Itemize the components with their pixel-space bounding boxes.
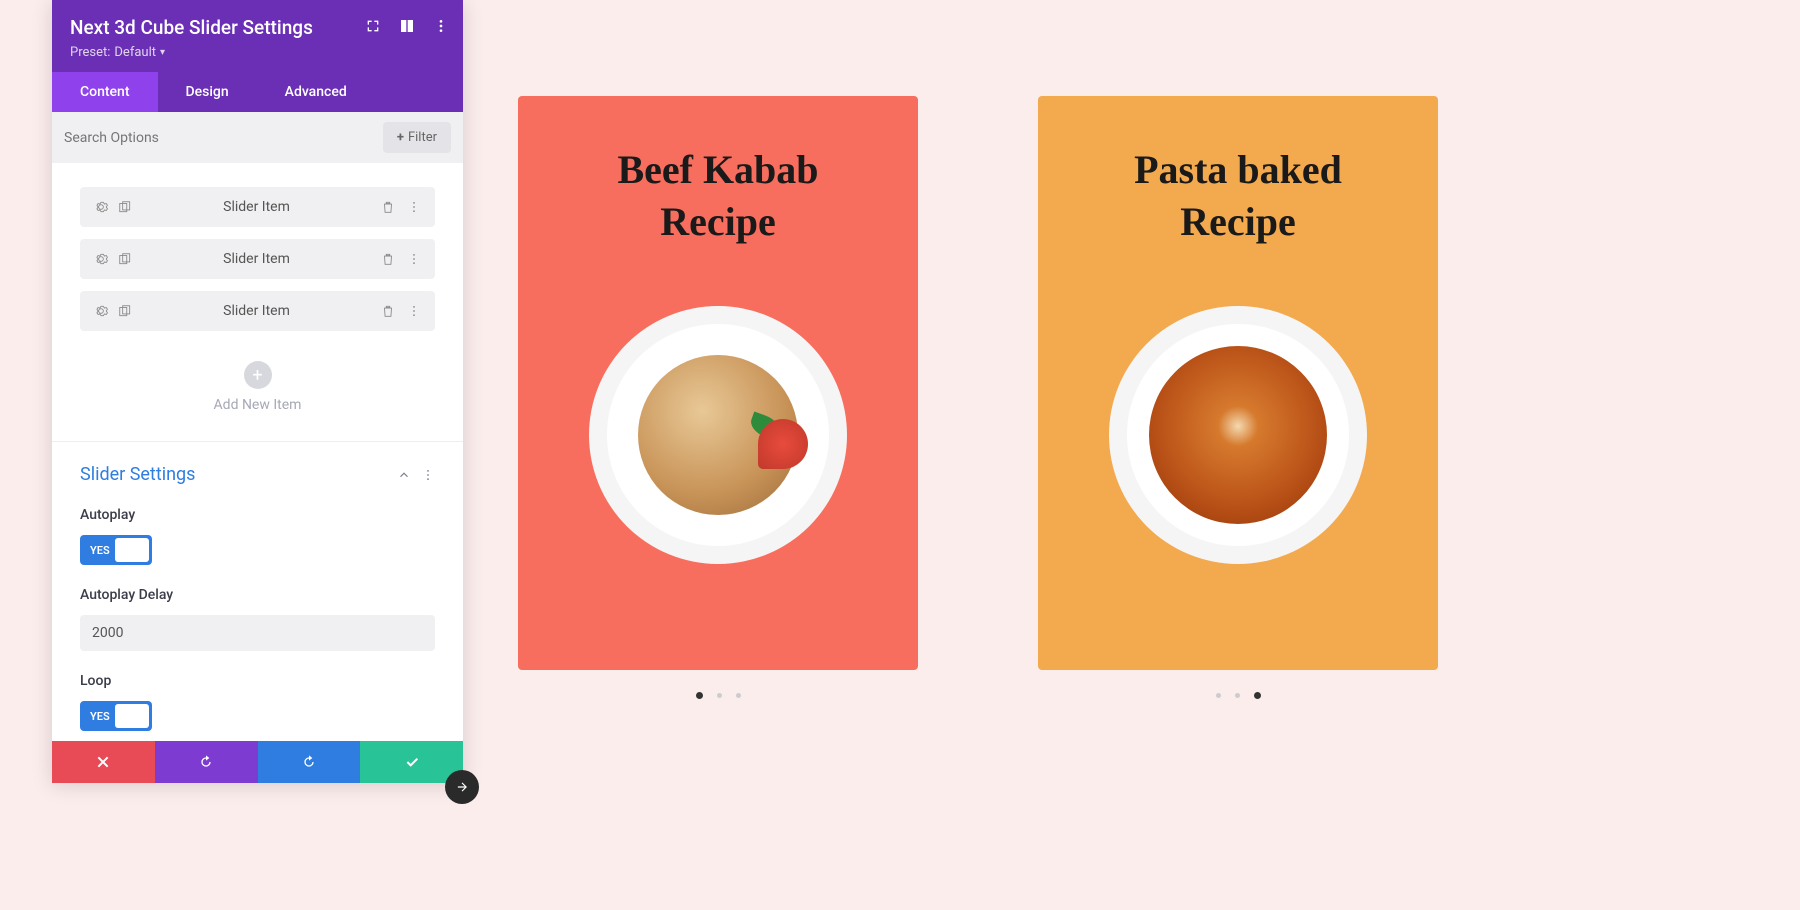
duplicate-icon[interactable] xyxy=(118,304,132,318)
slide-card-1: Beef Kabab Recipe xyxy=(518,96,918,670)
panel-footer xyxy=(52,741,463,783)
card-title: Beef Kabab Recipe xyxy=(518,144,918,248)
autoplay-delay-input[interactable] xyxy=(80,615,435,651)
section-title: Slider Settings xyxy=(80,464,195,485)
gear-icon[interactable] xyxy=(94,200,108,214)
autoplay-toggle[interactable]: YES xyxy=(80,535,152,565)
search-input[interactable] xyxy=(64,130,383,146)
page-dot[interactable] xyxy=(1216,693,1221,698)
panel-header: Next 3d Cube Slider Settings Preset: Def… xyxy=(52,0,463,72)
tab-design[interactable]: Design xyxy=(158,72,257,112)
page-dot[interactable] xyxy=(717,693,722,698)
toggle-knob xyxy=(115,538,149,562)
plate-image xyxy=(1109,306,1367,564)
items-section: Slider Item Slider Item xyxy=(52,163,463,441)
settings-panel: Next 3d Cube Slider Settings Preset: Def… xyxy=(52,0,463,783)
page-dot[interactable] xyxy=(1235,693,1240,698)
page-dot[interactable] xyxy=(736,693,741,698)
trash-icon[interactable] xyxy=(381,200,395,214)
plate-image xyxy=(589,306,847,564)
cancel-button[interactable] xyxy=(52,741,155,783)
section-header[interactable]: Slider Settings xyxy=(80,464,435,485)
close-icon xyxy=(95,754,111,770)
more-vertical-icon[interactable] xyxy=(421,468,435,482)
loop-toggle[interactable]: YES xyxy=(80,701,152,731)
duplicate-icon[interactable] xyxy=(118,200,132,214)
item-label: Slider Item xyxy=(132,303,381,319)
check-icon xyxy=(404,754,420,770)
autoplay-setting: Autoplay YES xyxy=(80,507,435,565)
more-vertical-icon[interactable] xyxy=(433,18,449,34)
redo-icon xyxy=(301,754,317,770)
tab-content[interactable]: Content xyxy=(52,72,158,112)
columns-icon[interactable] xyxy=(399,18,415,34)
redo-button[interactable] xyxy=(258,741,361,783)
item-label: Slider Item xyxy=(132,199,381,215)
autoplay-delay-label: Autoplay Delay xyxy=(80,587,435,603)
filter-button[interactable]: Filter xyxy=(383,122,451,153)
slider-item-row[interactable]: Slider Item xyxy=(80,291,435,331)
loop-setting: Loop YES xyxy=(80,673,435,731)
undo-icon xyxy=(198,754,214,770)
add-item-button[interactable]: + xyxy=(244,361,272,389)
item-label: Slider Item xyxy=(132,251,381,267)
preview-area: Beef Kabab Recipe Pasta baked Recipe xyxy=(518,96,1690,699)
add-item-label: Add New Item xyxy=(80,397,435,413)
tab-advanced[interactable]: Advanced xyxy=(257,72,375,112)
content-area: Slider Item Slider Item xyxy=(52,163,463,741)
slide-card-2: Pasta baked Recipe xyxy=(1038,96,1438,670)
slider-item-row[interactable]: Slider Item xyxy=(80,187,435,227)
tabs: Content Design Advanced xyxy=(52,72,463,112)
autoplay-delay-setting: Autoplay Delay xyxy=(80,587,435,651)
preset-selector[interactable]: Preset: Default xyxy=(70,45,445,60)
chevron-up-icon[interactable] xyxy=(397,468,411,482)
slider-settings-section: Slider Settings Autoplay YES Autoplay De… xyxy=(52,442,463,741)
page-dot-active[interactable] xyxy=(1254,692,1261,699)
gear-icon[interactable] xyxy=(94,304,108,318)
gear-icon[interactable] xyxy=(94,252,108,266)
more-vertical-icon[interactable] xyxy=(407,304,421,318)
trash-icon[interactable] xyxy=(381,304,395,318)
pagination-1 xyxy=(518,692,918,699)
search-row: Filter xyxy=(52,112,463,163)
autoplay-label: Autoplay xyxy=(80,507,435,523)
expand-icon[interactable] xyxy=(365,18,381,34)
slider-item-row[interactable]: Slider Item xyxy=(80,239,435,279)
undo-button[interactable] xyxy=(155,741,258,783)
page-dot-active[interactable] xyxy=(696,692,703,699)
add-item-section: + Add New Item xyxy=(80,343,435,441)
more-vertical-icon[interactable] xyxy=(407,252,421,266)
card-title: Pasta baked Recipe xyxy=(1038,144,1438,248)
pagination-2 xyxy=(1038,692,1438,699)
loop-label: Loop xyxy=(80,673,435,689)
trash-icon[interactable] xyxy=(381,252,395,266)
duplicate-icon[interactable] xyxy=(118,252,132,266)
resize-handle[interactable] xyxy=(445,770,479,804)
more-vertical-icon[interactable] xyxy=(407,200,421,214)
toggle-knob xyxy=(115,704,149,728)
